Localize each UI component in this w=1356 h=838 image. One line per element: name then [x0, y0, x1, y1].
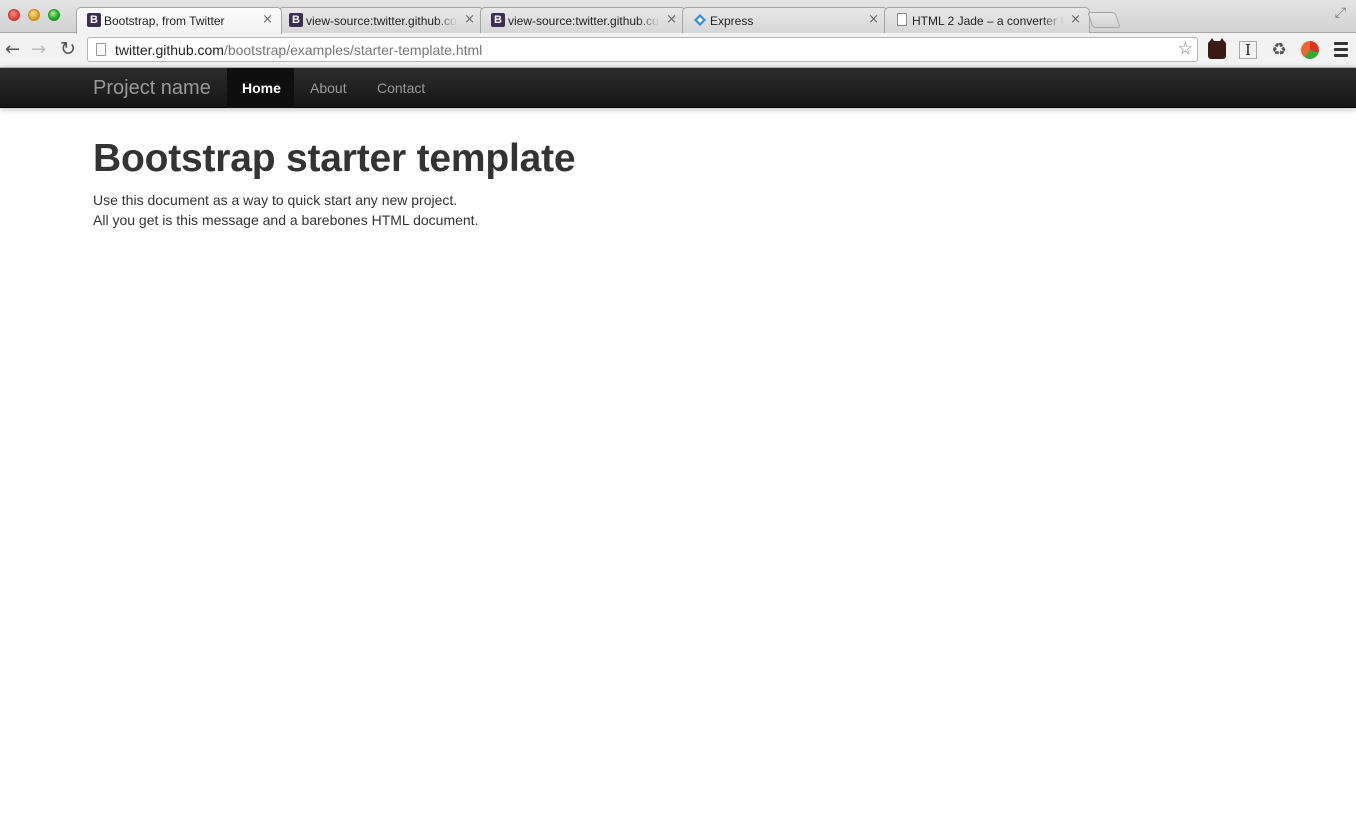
tab-view-source-1[interactable]: B view-source:twitter.github.com/bootstr… — [278, 7, 484, 33]
tab-close-icon[interactable]: × — [1070, 12, 1081, 27]
chrome-menu-icon[interactable] — [1334, 42, 1348, 60]
recycle-extension-icon[interactable]: ♻ — [1270, 41, 1288, 59]
navbar: Project name Home About Contact — [0, 68, 1356, 108]
browser-toolbar: ← → ↻ twitter.github.com/bootstrap/examp… — [0, 33, 1356, 68]
tab-bootstrap[interactable]: B Bootstrap, from Twitter × — [76, 7, 282, 34]
tab-express[interactable]: Express × — [682, 7, 888, 33]
minimize-window-button[interactable] — [28, 9, 40, 21]
address-bar[interactable]: twitter.github.com/bootstrap/examples/st… — [87, 37, 1198, 62]
tab-html2jade[interactable]: HTML 2 Jade – a converter for × — [884, 7, 1090, 33]
tab-title: Express — [710, 14, 754, 28]
bookmark-star-icon[interactable]: ☆ — [1178, 39, 1193, 59]
nav-about[interactable]: About — [295, 68, 362, 108]
web-page: Project name Home About Contact Bootstra… — [0, 68, 1356, 838]
bootstrap-favicon-icon: B — [491, 13, 505, 27]
colorful-extension-icon[interactable] — [1301, 41, 1319, 59]
document-favicon-icon — [897, 13, 907, 26]
url-host: twitter.github.com — [115, 42, 224, 58]
close-window-button[interactable] — [8, 9, 20, 21]
main-content: Bootstrap starter template Use this docu… — [93, 136, 576, 230]
nav-home[interactable]: Home — [227, 68, 294, 108]
tab-title: view-source:twitter.github.com/bootstrap — [508, 14, 660, 28]
forward-arrow-icon[interactable]: → — [31, 39, 46, 60]
tab-strip: B Bootstrap, from Twitter × B view-sourc… — [0, 0, 1356, 34]
page-title: Bootstrap starter template — [93, 137, 576, 180]
url-path: /bootstrap/examples/starter-template.htm… — [223, 42, 483, 58]
bootstrap-favicon-icon: B — [289, 13, 303, 27]
fullscreen-icon[interactable]: ⤢ — [1335, 5, 1346, 21]
instapaper-extension-icon[interactable]: I — [1239, 41, 1257, 59]
intro-line-2: All you get is this message and a barebo… — [93, 212, 479, 228]
address-url[interactable]: twitter.github.com/bootstrap/examples/st… — [115, 42, 482, 58]
cat-extension-icon[interactable] — [1208, 38, 1226, 59]
tab-title: HTML 2 Jade – a converter for — [912, 14, 1064, 28]
new-tab-button[interactable] — [1087, 12, 1121, 28]
tab-title: Bootstrap, from Twitter — [104, 14, 225, 28]
back-arrow-icon[interactable]: ← — [5, 39, 20, 60]
tab-close-icon[interactable]: × — [868, 12, 879, 27]
bootstrap-favicon-icon: B — [87, 13, 101, 27]
navbar-brand[interactable]: Project name — [93, 77, 211, 100]
nav-contact[interactable]: Contact — [362, 68, 440, 108]
intro-line-1: Use this document as a way to quick star… — [93, 192, 458, 208]
express-favicon-icon — [693, 13, 707, 27]
reload-icon[interactable]: ↻ — [60, 38, 76, 60]
page-icon — [96, 43, 106, 56]
tab-view-source-2[interactable]: B view-source:twitter.github.com/bootstr… — [480, 7, 686, 33]
tab-title: view-source:twitter.github.com/bootstrap — [306, 14, 458, 28]
zoom-window-button[interactable] — [48, 9, 60, 21]
tab-close-icon[interactable]: × — [666, 12, 677, 27]
tab-close-icon[interactable]: × — [464, 12, 475, 27]
tab-close-icon[interactable]: × — [262, 12, 273, 27]
